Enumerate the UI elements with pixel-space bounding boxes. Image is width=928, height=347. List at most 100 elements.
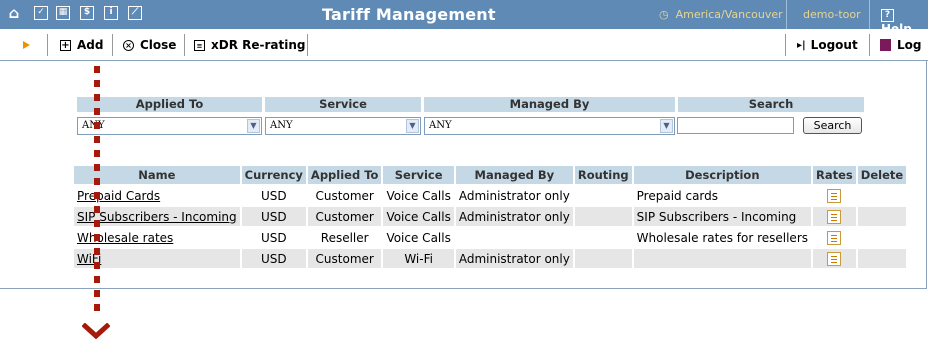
managed-by-value: ANY — [429, 120, 452, 131]
divider — [184, 34, 185, 56]
chevron-down-icon[interactable]: ▼ — [406, 119, 419, 133]
arrow-dot — [94, 136, 100, 143]
chevron-down-icon — [82, 323, 110, 339]
routing-cell — [575, 186, 632, 205]
log-icon — [880, 39, 891, 51]
search-button[interactable]: Search — [803, 117, 862, 134]
managed-by-select[interactable]: ANY ▼ — [424, 117, 675, 135]
divider — [307, 34, 308, 56]
expand-arrow-icon[interactable] — [23, 41, 30, 49]
toolbar: + Add × Close ≡ xDR Re-rating ▸| Logout Log — [0, 29, 928, 61]
search-input[interactable] — [677, 117, 794, 134]
filter-header-service: Service — [265, 97, 421, 112]
close-button[interactable]: × Close — [123, 36, 176, 54]
logout-button[interactable]: ▸| Logout — [797, 36, 858, 54]
log-label: Log — [897, 38, 922, 52]
applied-to-select[interactable]: ANY ▼ — [77, 117, 262, 135]
description-cell: Wholesale rates for resellers — [636, 230, 809, 245]
chart-icon[interactable]: ⟋ — [128, 6, 142, 20]
applied-to-cell: Reseller — [320, 230, 369, 245]
column-header-service[interactable]: Service — [383, 166, 454, 184]
chevron-down-icon[interactable]: ▼ — [247, 119, 260, 133]
log-button[interactable]: Log — [880, 36, 921, 54]
close-label: Close — [140, 38, 177, 52]
divider — [47, 34, 48, 56]
rates-icon[interactable] — [827, 188, 842, 203]
arrow-dot — [94, 276, 100, 283]
divider — [112, 34, 113, 56]
add-label: Add — [77, 38, 104, 52]
home-icon[interactable]: ⌂ — [7, 6, 21, 21]
tariff-name-link[interactable]: Wholesale rates — [77, 231, 173, 245]
title-bar: ⌂ ✓ ▦ $ i ⟋ Tariff Management ◷ America/… — [0, 0, 928, 36]
checkbox-icon[interactable]: ✓ — [34, 6, 48, 20]
filter-header-search: Search — [678, 97, 864, 112]
column-header-currency[interactable]: Currency — [241, 166, 306, 184]
description-cell: SIP Subscribers - Incoming — [633, 207, 812, 226]
plus-icon: + — [60, 39, 71, 51]
service-cell: Wi-Fi — [383, 249, 454, 268]
arrow-dot — [94, 248, 100, 255]
column-header-delete: Delete — [857, 166, 907, 184]
table-header-row: Name Currency Applied To Service Managed… — [74, 166, 907, 184]
currency-cell: USD — [241, 249, 306, 268]
divider — [785, 34, 786, 56]
arrow-dot — [94, 220, 100, 227]
column-header-routing[interactable]: Routing — [574, 166, 632, 184]
column-header-rates: Rates — [813, 166, 856, 184]
tariff-table: Name Currency Applied To Service Managed… — [72, 164, 908, 270]
divider — [869, 0, 870, 29]
rates-icon[interactable] — [827, 209, 842, 224]
arrow-dot — [94, 234, 100, 241]
rerating-label: xDR Re-rating — [211, 38, 306, 52]
rates-icon[interactable] — [827, 230, 842, 245]
arrow-dot — [94, 108, 100, 115]
service-value: ANY — [270, 120, 293, 131]
chevron-down-icon[interactable]: ▼ — [660, 119, 673, 133]
routing-cell — [575, 228, 632, 247]
applied-to-cell: Customer — [315, 188, 374, 203]
logout-icon: ▸| — [797, 39, 806, 51]
arrow-dot — [94, 122, 100, 129]
column-header-description[interactable]: Description — [633, 166, 812, 184]
table-row: SIP Subscribers - Incoming USD Customer … — [74, 207, 907, 226]
logout-label: Logout — [810, 38, 858, 52]
tariff-name-link[interactable]: Prepaid Cards — [77, 189, 160, 203]
help-icon: ? — [881, 9, 894, 22]
service-cell: Voice Calls — [383, 207, 454, 226]
info-icon[interactable]: i — [104, 6, 118, 20]
service-cell: Voice Calls — [386, 188, 451, 203]
clock-icon: ◷ — [659, 8, 669, 21]
currency-cell: USD — [260, 230, 287, 245]
column-header-applied-to[interactable]: Applied To — [307, 166, 382, 184]
currency-cell: USD — [241, 207, 306, 226]
arrow-dot — [94, 262, 100, 269]
delete-cell — [857, 207, 907, 226]
timezone-link[interactable]: ◷ America/Vancouver — [659, 8, 783, 21]
managed-by-cell — [456, 228, 573, 247]
applied-to-cell: Customer — [307, 207, 382, 226]
document-icon: ≡ — [194, 39, 205, 51]
arrow-dot — [94, 80, 100, 87]
column-header-managed-by[interactable]: Managed By — [455, 166, 573, 184]
table-row: WiFi USD Customer Wi-Fi Administrator on… — [74, 249, 907, 268]
arrow-dot — [94, 192, 100, 199]
rates-icon[interactable] — [827, 251, 842, 266]
arrow-dot — [94, 290, 100, 297]
routing-cell — [574, 207, 632, 226]
filter-header-applied-to: Applied To — [77, 97, 262, 112]
currency-cell: USD — [260, 188, 287, 203]
add-button[interactable]: + Add — [60, 36, 103, 54]
page-title: Tariff Management — [322, 5, 496, 24]
service-select[interactable]: ANY ▼ — [265, 117, 421, 135]
filter-header-managed-by: Managed By — [424, 97, 675, 112]
arrow-dot — [94, 66, 100, 73]
user-link[interactable]: demo-toor — [803, 8, 861, 21]
divider — [869, 34, 870, 56]
dollar-icon[interactable]: $ — [80, 6, 94, 20]
arrow-dot — [94, 206, 100, 213]
table-row: Wholesale rates USD Reseller Voice Calls… — [74, 228, 906, 247]
calculator-icon[interactable]: ▦ — [56, 6, 70, 20]
tariff-name-link[interactable]: SIP Subscribers - Incoming — [77, 210, 237, 224]
rerating-button[interactable]: ≡ xDR Re-rating — [194, 36, 305, 54]
